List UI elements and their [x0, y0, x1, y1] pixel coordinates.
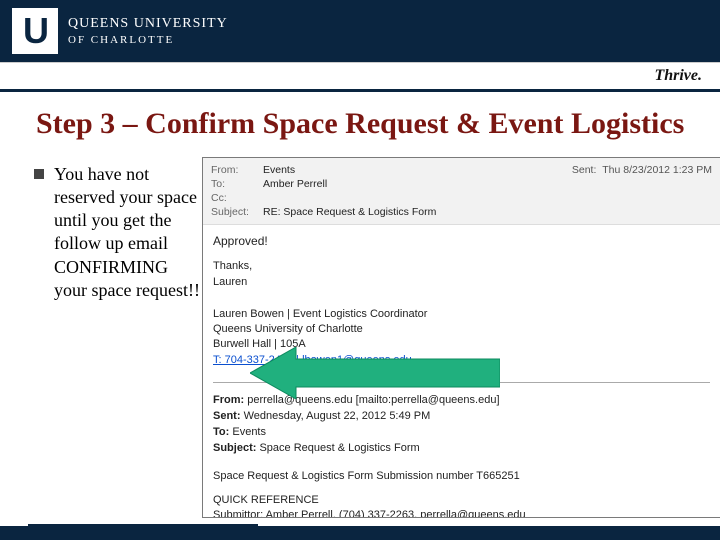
bullet-square-icon: [34, 169, 44, 179]
fwd-to-label: To:: [213, 426, 229, 438]
sig-org: Queens University of Charlotte: [213, 322, 710, 337]
signer-name: Lauren: [213, 275, 710, 291]
from-value: Events: [263, 164, 572, 176]
slide-body: You have not reserved your space until y…: [0, 147, 720, 518]
thrive-band: Thrive.: [0, 62, 720, 92]
thrive-tagline: Thrive.: [654, 67, 702, 85]
quickref-title: QUICK REFERENCE: [213, 493, 710, 508]
email-header: From: Events Sent: Thu 8/23/2012 1:23 PM…: [203, 158, 720, 225]
approved-line: Approved!: [213, 233, 710, 250]
cc-label: Cc:: [211, 192, 263, 204]
to-label: To:: [211, 178, 263, 190]
forwarded-header: From: perrella@queens.edu [mailto:perrel…: [213, 393, 710, 457]
fwd-sent-label: Sent:: [213, 410, 241, 422]
sig-name-title: Lauren Bowen | Event Logistics Coordinat…: [213, 307, 710, 322]
fwd-subject-value: Space Request & Logistics Form: [259, 442, 419, 454]
bullet-column: You have not reserved your space until y…: [34, 157, 202, 518]
header-band: U QUEENS UNIVERSITY OF CHARLOTTE: [0, 0, 720, 62]
fwd-sent-value: Wednesday, August 22, 2012 5:49 PM: [244, 410, 431, 422]
cc-value: [263, 192, 712, 204]
footer-band: [0, 526, 720, 540]
to-value: Amber Perrell: [263, 178, 712, 190]
university-line1: QUEENS UNIVERSITY: [68, 16, 228, 32]
bullet-item: You have not reserved your space until y…: [34, 163, 202, 301]
page-title: Step 3 – Confirm Space Request & Event L…: [0, 92, 720, 147]
logo-u-icon: U: [23, 10, 47, 52]
bullet-text: You have not reserved your space until y…: [54, 163, 202, 301]
footer-rule-wrap: [0, 518, 720, 526]
slide: U QUEENS UNIVERSITY OF CHARLOTTE Thrive.…: [0, 0, 720, 540]
fwd-from-label: From:: [213, 394, 244, 406]
university-name: QUEENS UNIVERSITY OF CHARLOTTE: [68, 16, 228, 46]
submission-number: Space Request & Logistics Form Submissio…: [213, 469, 710, 485]
subject-value: RE: Space Request & Logistics Form: [263, 206, 712, 218]
arrow-callout-icon: [250, 347, 500, 399]
email-pane: From: Events Sent: Thu 8/23/2012 1:23 PM…: [202, 157, 720, 518]
fwd-to-value: Events: [232, 426, 266, 438]
email-column: From: Events Sent: Thu 8/23/2012 1:23 PM…: [202, 157, 720, 518]
quick-reference: QUICK REFERENCE Submittor: Amber Perrell…: [213, 493, 710, 518]
qr-submitter: Submittor: Amber Perrell, (704) 337-2263…: [213, 508, 710, 518]
fwd-subject-label: Subject:: [213, 442, 256, 454]
subject-label: Subject:: [211, 206, 263, 218]
sent-value: Sent: Thu 8/23/2012 1:23 PM: [572, 164, 712, 176]
university-line2: OF CHARLOTTE: [68, 34, 228, 46]
from-label: From:: [211, 164, 263, 176]
logo-box: U: [12, 8, 58, 54]
thanks-line: Thanks,: [213, 259, 710, 275]
